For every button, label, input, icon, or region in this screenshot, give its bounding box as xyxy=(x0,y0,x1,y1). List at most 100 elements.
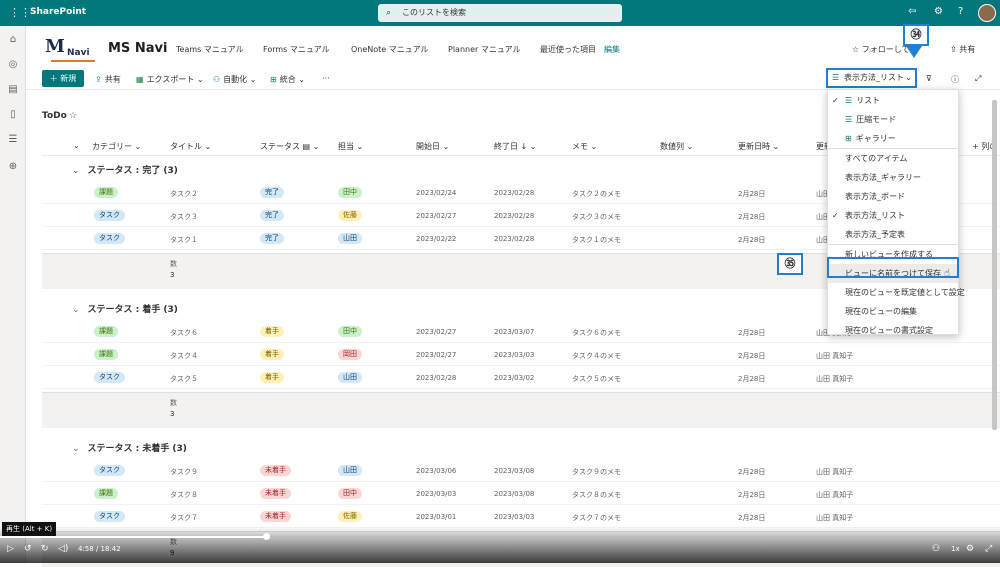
callout-35: ㉟ xyxy=(777,253,803,275)
speed-button[interactable]: 1x xyxy=(951,545,960,553)
col-start[interactable]: 開始日 ⌄ xyxy=(416,141,449,152)
menu-format-view[interactable]: 現在のビューの書式設定 xyxy=(828,321,958,340)
home-icon[interactable]: ⌂ xyxy=(7,34,19,46)
rewind-icon[interactable]: ↺ xyxy=(24,544,32,554)
chevron-down-icon[interactable]: ⌄ xyxy=(72,166,80,176)
brand-label[interactable]: SharePoint xyxy=(30,7,86,17)
search-icon: ⌕ xyxy=(386,8,392,18)
forward-icon[interactable]: ↻ xyxy=(41,544,49,554)
help-icon[interactable]: ? xyxy=(958,6,963,17)
people-icon[interactable]: ⚇ xyxy=(932,544,940,554)
table-row[interactable]: タスク タスク５ 着手 山田 2023/02/28 2023/03/02 タスク５のメモ 2月… xyxy=(42,367,1000,389)
lists-icon[interactable]: ☰ xyxy=(7,134,19,146)
start-date-cell: 2023/03/06 xyxy=(416,467,457,475)
export-button[interactable]: ▦ エクスポート ⌄ xyxy=(136,74,204,85)
title-cell: タスク３ xyxy=(170,213,198,221)
site-title[interactable]: MS Navi xyxy=(108,41,167,56)
view-selector[interactable]: ☰ 表示方法_リスト ⌄ xyxy=(826,68,917,88)
menu-view-list[interactable]: ✓ 表示方法_リスト xyxy=(828,206,958,225)
nav-teams[interactable]: Teams マニュアル xyxy=(176,44,244,55)
group-header[interactable]: ⌄ ステータス : 着手 (3) xyxy=(72,302,178,315)
status-pill: 完了 xyxy=(260,210,284,221)
group-header[interactable]: ⌄ ステータス : 完了 (3) xyxy=(72,163,178,176)
menu-edit-view[interactable]: 現在のビューの編集 xyxy=(828,302,958,321)
expand-icon[interactable]: ⤢ xyxy=(975,74,981,84)
start-date-cell: 2023/02/22 xyxy=(416,235,457,243)
table-row[interactable]: 課題 タスク４ 着手 岡田 2023/02/27 2023/03/03 タスク４のメモ 2月2… xyxy=(42,344,1000,366)
status-pill: 未着手 xyxy=(260,465,291,476)
play-icon[interactable]: ▷ xyxy=(7,544,14,554)
vertical-scrollbar[interactable] xyxy=(992,100,997,430)
site-logo[interactable]: M Navi xyxy=(45,36,97,62)
menu-layout-gallery[interactable]: ⊞ ギャラリー xyxy=(828,129,958,148)
feedback-icon[interactable]: ⇦ xyxy=(908,6,916,17)
seek-handle[interactable] xyxy=(263,533,270,540)
col-number[interactable]: 数値列 ⌄ xyxy=(660,141,693,152)
chevron-down-icon[interactable]: ⌄ xyxy=(72,444,80,454)
aggregate-value: 3 xyxy=(170,410,175,418)
col-assignee[interactable]: 担当 ⌄ xyxy=(338,141,363,152)
group-label: ステータス : 着手 xyxy=(87,305,161,315)
chevron-down-icon: ⌄ xyxy=(905,73,912,82)
group-count: (3) xyxy=(163,166,178,176)
col-modified[interactable]: 更新日時 ⌄ xyxy=(738,141,779,152)
nav-recent[interactable]: 最近使った項目 xyxy=(540,44,596,55)
more-button[interactable]: ··· xyxy=(322,74,330,83)
nav-onenote[interactable]: OneNote マニュアル xyxy=(351,44,429,55)
assignee-pill: 山田 xyxy=(338,372,362,383)
col-category[interactable]: カテゴリー ⌄ xyxy=(92,141,141,152)
category-pill: 課題 xyxy=(94,187,118,198)
avatar[interactable] xyxy=(978,4,996,22)
start-date-cell: 2023/03/03 xyxy=(416,490,457,498)
share-site-button[interactable]: ⇪ 共有 xyxy=(950,44,975,55)
suite-bar: ⋮⋮ SharePoint ⌕ このリストを検索 ⇦ ⚙ ? xyxy=(0,0,1000,26)
gear-icon[interactable]: ⚙ xyxy=(934,6,943,17)
settings-icon[interactable]: ⚙ xyxy=(966,544,974,554)
integrate-button[interactable]: ⊞ 統合 ⌄ xyxy=(270,74,305,85)
search-box[interactable]: ⌕ このリストを検索 xyxy=(378,4,622,22)
modified-cell: 2月28日 xyxy=(738,236,766,244)
share-button[interactable]: ⇪ 共有 xyxy=(95,74,121,85)
nav-forms[interactable]: Forms マニュアル xyxy=(263,44,330,55)
group-header[interactable]: ⌄ ステータス : 未着手 (3) xyxy=(72,441,187,454)
nav-planner[interactable]: Planner マニュアル xyxy=(448,44,521,55)
new-button[interactable]: ＋ 新規 xyxy=(42,70,84,87)
category-pill: タスク xyxy=(94,511,125,522)
app-launcher-icon[interactable]: ⋮⋮ xyxy=(9,7,31,19)
menu-view-all[interactable]: すべてのアイテム xyxy=(828,149,958,168)
menu-layout-list[interactable]: ✓ ☰ リスト xyxy=(828,91,958,110)
aggregate-label: 数 xyxy=(170,260,177,268)
col-status[interactable]: ステータス ▤ ⌄ xyxy=(260,141,319,152)
menu-view-calendar[interactable]: 表示方法_予定表 xyxy=(828,225,958,244)
col-end[interactable]: 終了日 ↓ ⌄ xyxy=(494,141,537,152)
document-icon[interactable]: ▯ xyxy=(7,109,19,121)
favorite-star-icon[interactable]: ☆ xyxy=(69,111,77,121)
hand-cursor-icon: ☝ xyxy=(944,268,951,279)
menu-view-board[interactable]: 表示方法_ボード xyxy=(828,187,958,206)
chevron-down-icon[interactable]: ⌄ xyxy=(72,305,80,315)
check-icon: ✓ xyxy=(832,96,839,105)
menu-layout-compact[interactable]: ☰ 圧縮モード xyxy=(828,110,958,129)
select-all-caret[interactable]: ⌄ xyxy=(73,141,80,150)
menu-set-default[interactable]: 現在のビューを既定値として設定 xyxy=(828,283,965,302)
category-pill: タスク xyxy=(94,372,125,383)
col-memo[interactable]: メモ ⌄ xyxy=(572,141,597,152)
col-title[interactable]: タイトル ⌄ xyxy=(170,141,211,152)
table-row[interactable]: タスク タスク９ 未着手 山田 2023/03/06 2023/03/08 タスク９のメモ 2… xyxy=(42,460,1000,482)
info-icon[interactable]: ⓘ xyxy=(951,74,959,85)
volume-icon[interactable]: ◁) xyxy=(58,544,68,554)
globe-icon[interactable]: ◎ xyxy=(7,59,19,71)
group-label: ステータス : 完了 xyxy=(87,166,161,176)
nav-edit[interactable]: 編集 xyxy=(604,44,620,55)
menu-view-gallery[interactable]: 表示方法_ギャラリー xyxy=(828,168,958,187)
automate-button[interactable]: ⚇ 自動化 ⌄ xyxy=(213,74,256,85)
logo-navi-mark: Navi xyxy=(67,48,90,58)
seek-progress xyxy=(0,536,266,538)
table-row[interactable]: タスク タスク７ 未着手 佐藤 2023/03/01 2023/03/03 タスク７のメモ 2… xyxy=(42,506,1000,528)
add-icon[interactable]: ⊕ xyxy=(7,161,19,173)
table-row[interactable]: 課題 タスク８ 未着手 田中 2023/03/03 2023/03/08 タスク８のメモ 2月… xyxy=(42,483,1000,505)
news-icon[interactable]: ▤ xyxy=(7,84,19,96)
fullscreen-icon[interactable]: ⤢ xyxy=(985,544,992,554)
filter-icon[interactable]: ⊽ xyxy=(926,74,932,83)
memo-cell: タスク６のメモ xyxy=(572,329,621,337)
